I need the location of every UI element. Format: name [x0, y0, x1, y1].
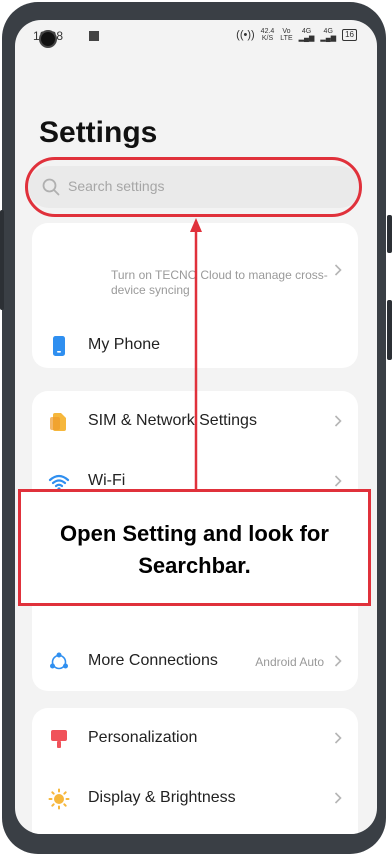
- net-speed-value: 42.4: [260, 28, 275, 35]
- hotspot-icon: ((•)): [236, 28, 255, 41]
- sim2-signal-icon: 4G ▂▄▆: [320, 28, 337, 42]
- sim2-network-type: 4G: [323, 28, 333, 35]
- side-button: [387, 300, 392, 360]
- chevron-right-icon: [334, 415, 342, 427]
- connections-icon: [50, 652, 68, 670]
- notification-icon: [89, 31, 99, 41]
- chevron-right-icon: [334, 264, 342, 276]
- page-title: Settings: [39, 116, 158, 149]
- brightness-icon: [48, 788, 70, 810]
- chevron-right-icon: [334, 655, 342, 667]
- my-phone-label: My Phone: [88, 336, 161, 353]
- display-card: Personalization Display & Brightness: [32, 708, 358, 834]
- more-connections-label: More Connections: [88, 652, 218, 669]
- personalization-row[interactable]: Personalization: [32, 714, 358, 764]
- volte-indicator: Vo LTE: [280, 28, 292, 42]
- chevron-right-icon: [334, 732, 342, 744]
- volume-button: [0, 210, 4, 310]
- net-speed: 42.4 K/S: [261, 28, 275, 42]
- status-icons: ((•)) 42.4 K/S Vo LTE 4G ▂▄▆ 4G ▂▄▆ 16: [236, 28, 357, 42]
- lte-label: LTE: [280, 35, 293, 42]
- display-brightness-row[interactable]: Display & Brightness: [32, 774, 358, 824]
- phone-icon: [53, 336, 65, 356]
- callout-text: Open Setting and look for Searchbar.: [60, 521, 329, 578]
- more-connections-row[interactable]: More Connections Android Auto: [32, 637, 358, 687]
- chevron-right-icon: [334, 792, 342, 804]
- more-connections-value: Android Auto: [255, 655, 324, 669]
- cloud-card: Turn on TECNO Cloud to manage cross-devi…: [32, 223, 358, 368]
- tecno-cloud-promo[interactable]: Turn on TECNO Cloud to manage cross-devi…: [32, 223, 358, 313]
- sim1-network-type: 4G: [301, 28, 312, 35]
- chevron-right-icon: [334, 475, 342, 487]
- cloud-promo-text: Turn on TECNO Cloud to manage cross-devi…: [111, 268, 328, 297]
- sim1-signal-icon: 4G ▂▄▆: [298, 28, 315, 42]
- search-highlight-ellipse: [25, 157, 362, 217]
- personalization-icon: [51, 730, 67, 748]
- personalization-label: Personalization: [88, 729, 198, 746]
- screen: 12:38 ((•)) 42.4 K/S Vo LTE 4G ▂▄▆ 4G ▂▄…: [15, 20, 377, 834]
- volte-label: Vo: [282, 28, 291, 35]
- callout-box: Open Setting and look for Searchbar.: [18, 489, 371, 606]
- status-bar: 12:38 ((•)) 42.4 K/S Vo LTE 4G ▂▄▆ 4G ▂▄…: [15, 20, 377, 54]
- wifi-label: Wi-Fi: [88, 472, 126, 489]
- display-brightness-label: Display & Brightness: [88, 789, 236, 806]
- sim-network-label: SIM & Network Settings: [88, 412, 257, 429]
- power-button: [387, 215, 392, 253]
- sim-network-row[interactable]: SIM & Network Settings: [32, 397, 358, 447]
- net-speed-unit: K/S: [261, 35, 274, 42]
- battery-icon: 16: [342, 29, 357, 41]
- my-phone-row[interactable]: My Phone: [32, 321, 358, 368]
- camera-punch-hole: [39, 30, 57, 48]
- sim-card-icon: [50, 413, 66, 431]
